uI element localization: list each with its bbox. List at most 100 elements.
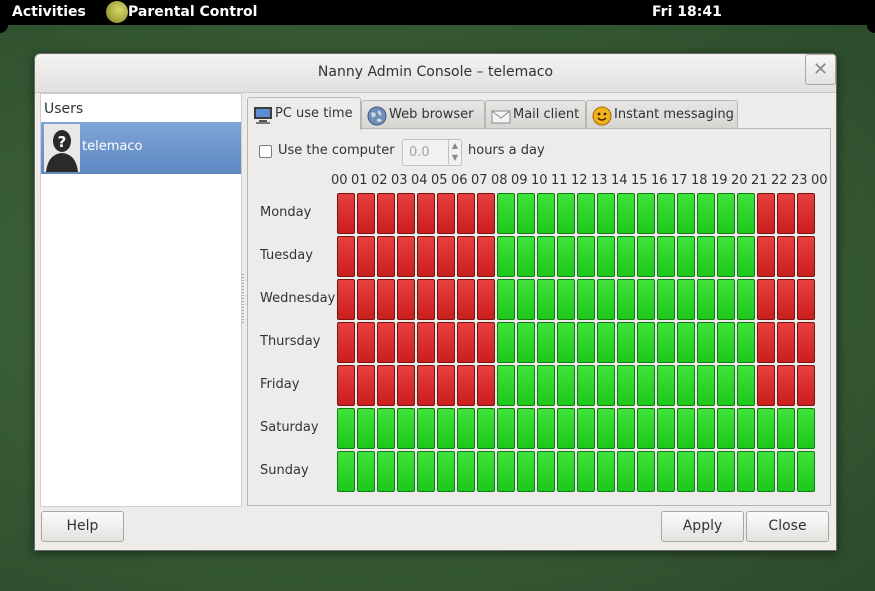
schedule-cell-sunday-0[interactable] (337, 451, 355, 492)
schedule-cell-tuesday-7[interactable] (477, 236, 495, 277)
schedule-cell-tuesday-2[interactable] (377, 236, 395, 277)
schedule-cell-saturday-19[interactable] (717, 408, 735, 449)
schedule-cell-monday-0[interactable] (337, 193, 355, 234)
schedule-cell-tuesday-21[interactable] (757, 236, 775, 277)
schedule-cell-friday-15[interactable] (637, 365, 655, 406)
schedule-cell-tuesday-11[interactable] (557, 236, 575, 277)
schedule-cell-friday-21[interactable] (757, 365, 775, 406)
schedule-cell-saturday-14[interactable] (617, 408, 635, 449)
schedule-cell-saturday-2[interactable] (377, 408, 395, 449)
schedule-cell-thursday-18[interactable] (697, 322, 715, 363)
schedule-cell-thursday-20[interactable] (737, 322, 755, 363)
schedule-cell-sunday-1[interactable] (357, 451, 375, 492)
schedule-cell-sunday-11[interactable] (557, 451, 575, 492)
schedule-cell-sunday-12[interactable] (577, 451, 595, 492)
schedule-cell-monday-20[interactable] (737, 193, 755, 234)
schedule-cell-friday-16[interactable] (657, 365, 675, 406)
schedule-cell-saturday-13[interactable] (597, 408, 615, 449)
schedule-cell-sunday-5[interactable] (437, 451, 455, 492)
schedule-cell-saturday-8[interactable] (497, 408, 515, 449)
schedule-cell-thursday-19[interactable] (717, 322, 735, 363)
schedule-cell-saturday-22[interactable] (777, 408, 795, 449)
schedule-cell-thursday-17[interactable] (677, 322, 695, 363)
schedule-cell-thursday-22[interactable] (777, 322, 795, 363)
schedule-cell-thursday-16[interactable] (657, 322, 675, 363)
schedule-cell-sunday-6[interactable] (457, 451, 475, 492)
schedule-cell-saturday-17[interactable] (677, 408, 695, 449)
schedule-cell-wednesday-16[interactable] (657, 279, 675, 320)
use-computer-label[interactable]: Use the computer (278, 143, 395, 158)
schedule-cell-sunday-2[interactable] (377, 451, 395, 492)
schedule-cell-sunday-14[interactable] (617, 451, 635, 492)
pane-resize-handle[interactable] (242, 274, 244, 324)
schedule-cell-monday-16[interactable] (657, 193, 675, 234)
schedule-cell-sunday-21[interactable] (757, 451, 775, 492)
schedule-cell-wednesday-23[interactable] (797, 279, 815, 320)
schedule-cell-wednesday-18[interactable] (697, 279, 715, 320)
schedule-cell-saturday-12[interactable] (577, 408, 595, 449)
activities-button[interactable]: Activities (12, 4, 86, 20)
schedule-cell-wednesday-12[interactable] (577, 279, 595, 320)
schedule-cell-tuesday-4[interactable] (417, 236, 435, 277)
schedule-cell-sunday-17[interactable] (677, 451, 695, 492)
schedule-cell-tuesday-0[interactable] (337, 236, 355, 277)
schedule-cell-monday-21[interactable] (757, 193, 775, 234)
schedule-cell-thursday-3[interactable] (397, 322, 415, 363)
schedule-cell-tuesday-8[interactable] (497, 236, 515, 277)
spin-down-icon[interactable]: ▼ (448, 152, 461, 164)
app-menu-button[interactable]: Parental Control (128, 4, 257, 20)
schedule-cell-thursday-1[interactable] (357, 322, 375, 363)
schedule-cell-monday-2[interactable] (377, 193, 395, 234)
schedule-cell-thursday-21[interactable] (757, 322, 775, 363)
schedule-cell-tuesday-6[interactable] (457, 236, 475, 277)
schedule-cell-thursday-2[interactable] (377, 322, 395, 363)
schedule-cell-friday-18[interactable] (697, 365, 715, 406)
schedule-cell-friday-1[interactable] (357, 365, 375, 406)
apply-button[interactable]: Apply (661, 511, 744, 542)
schedule-cell-sunday-13[interactable] (597, 451, 615, 492)
schedule-cell-sunday-16[interactable] (657, 451, 675, 492)
schedule-cell-tuesday-12[interactable] (577, 236, 595, 277)
schedule-cell-friday-19[interactable] (717, 365, 735, 406)
schedule-cell-thursday-11[interactable] (557, 322, 575, 363)
schedule-cell-sunday-7[interactable] (477, 451, 495, 492)
schedule-cell-sunday-9[interactable] (517, 451, 535, 492)
schedule-cell-friday-5[interactable] (437, 365, 455, 406)
schedule-cell-saturday-4[interactable] (417, 408, 435, 449)
schedule-cell-wednesday-21[interactable] (757, 279, 775, 320)
schedule-cell-monday-4[interactable] (417, 193, 435, 234)
schedule-cell-thursday-9[interactable] (517, 322, 535, 363)
schedule-cell-saturday-9[interactable] (517, 408, 535, 449)
schedule-cell-tuesday-15[interactable] (637, 236, 655, 277)
schedule-cell-monday-12[interactable] (577, 193, 595, 234)
schedule-cell-thursday-10[interactable] (537, 322, 555, 363)
user-row-telemaco[interactable]: ? telemaco (41, 122, 241, 174)
schedule-cell-tuesday-17[interactable] (677, 236, 695, 277)
schedule-cell-saturday-10[interactable] (537, 408, 555, 449)
schedule-cell-sunday-18[interactable] (697, 451, 715, 492)
schedule-cell-saturday-21[interactable] (757, 408, 775, 449)
close-button[interactable]: Close (746, 511, 829, 542)
schedule-cell-tuesday-3[interactable] (397, 236, 415, 277)
schedule-cell-friday-13[interactable] (597, 365, 615, 406)
schedule-cell-monday-8[interactable] (497, 193, 515, 234)
schedule-cell-sunday-15[interactable] (637, 451, 655, 492)
schedule-cell-saturday-1[interactable] (357, 408, 375, 449)
schedule-cell-tuesday-10[interactable] (537, 236, 555, 277)
schedule-cell-sunday-8[interactable] (497, 451, 515, 492)
schedule-cell-friday-0[interactable] (337, 365, 355, 406)
spin-up-icon[interactable]: ▲ (448, 140, 461, 152)
tab-web-browser[interactable]: Web browser (361, 100, 485, 129)
schedule-cell-wednesday-5[interactable] (437, 279, 455, 320)
schedule-cell-saturday-6[interactable] (457, 408, 475, 449)
schedule-cell-tuesday-16[interactable] (657, 236, 675, 277)
schedule-cell-saturday-20[interactable] (737, 408, 755, 449)
schedule-cell-tuesday-5[interactable] (437, 236, 455, 277)
schedule-cell-saturday-7[interactable] (477, 408, 495, 449)
schedule-cell-monday-9[interactable] (517, 193, 535, 234)
schedule-cell-thursday-4[interactable] (417, 322, 435, 363)
window-titlebar[interactable]: Nanny Admin Console – telemaco ✕ (35, 54, 836, 93)
schedule-cell-monday-22[interactable] (777, 193, 795, 234)
schedule-cell-wednesday-4[interactable] (417, 279, 435, 320)
use-computer-checkbox[interactable] (259, 145, 272, 158)
